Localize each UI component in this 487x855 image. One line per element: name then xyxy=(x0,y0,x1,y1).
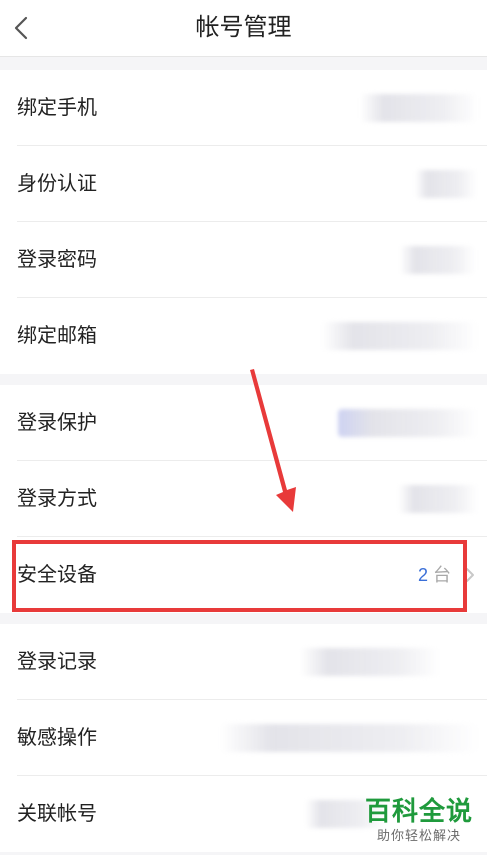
nav-header: 帐号管理 xyxy=(0,0,487,57)
row-label: 关联帐号 xyxy=(17,803,97,825)
row-login-protection[interactable]: 登录保护 xyxy=(0,385,487,461)
row-linked-accounts[interactable]: 关联帐号 xyxy=(0,776,487,852)
row-login-method[interactable]: 登录方式 xyxy=(0,461,487,537)
page-title: 帐号管理 xyxy=(195,14,292,41)
row-label: 登录记录 xyxy=(17,651,97,673)
row-login-records[interactable]: 登录记录 xyxy=(0,624,487,700)
blurred-value xyxy=(300,648,440,676)
row-identity-verification[interactable]: 身份认证 xyxy=(0,146,487,222)
device-count: 2 台 xyxy=(418,537,451,613)
blurred-value xyxy=(398,485,478,513)
device-count-number: 2 xyxy=(417,565,428,585)
row-login-password[interactable]: 登录密码 xyxy=(0,222,487,298)
row-sensitive-operations[interactable]: 敏感操作 xyxy=(0,700,487,776)
row-bind-email[interactable]: 绑定邮箱 xyxy=(0,298,487,374)
blurred-value xyxy=(338,409,478,437)
blurred-value xyxy=(305,800,385,828)
account-activity-group: 登录记录 敏感操作 关联帐号 xyxy=(0,624,487,852)
blurred-value xyxy=(400,246,476,274)
blurred-value xyxy=(360,94,478,122)
blurred-value xyxy=(415,170,477,198)
row-label: 安全设备 xyxy=(17,564,97,586)
row-bind-phone[interactable]: 绑定手机 xyxy=(0,70,487,146)
login-security-group: 登录保护 登录方式 安全设备 2 台 xyxy=(0,385,487,613)
device-count-unit: 台 xyxy=(433,565,451,585)
row-label: 登录方式 xyxy=(17,488,97,510)
row-label: 身份认证 xyxy=(17,173,97,195)
blurred-value xyxy=(322,322,478,350)
row-label: 敏感操作 xyxy=(17,727,97,749)
account-binding-group: 绑定手机 身份认证 登录密码 绑定邮箱 xyxy=(0,70,487,374)
chevron-right-icon xyxy=(466,568,474,582)
row-security-devices[interactable]: 安全设备 2 台 xyxy=(0,537,487,613)
row-label: 登录保护 xyxy=(17,412,97,434)
row-label: 绑定手机 xyxy=(17,97,97,119)
blurred-value xyxy=(220,724,478,752)
row-label: 登录密码 xyxy=(17,249,97,271)
row-label: 绑定邮箱 xyxy=(17,325,97,347)
